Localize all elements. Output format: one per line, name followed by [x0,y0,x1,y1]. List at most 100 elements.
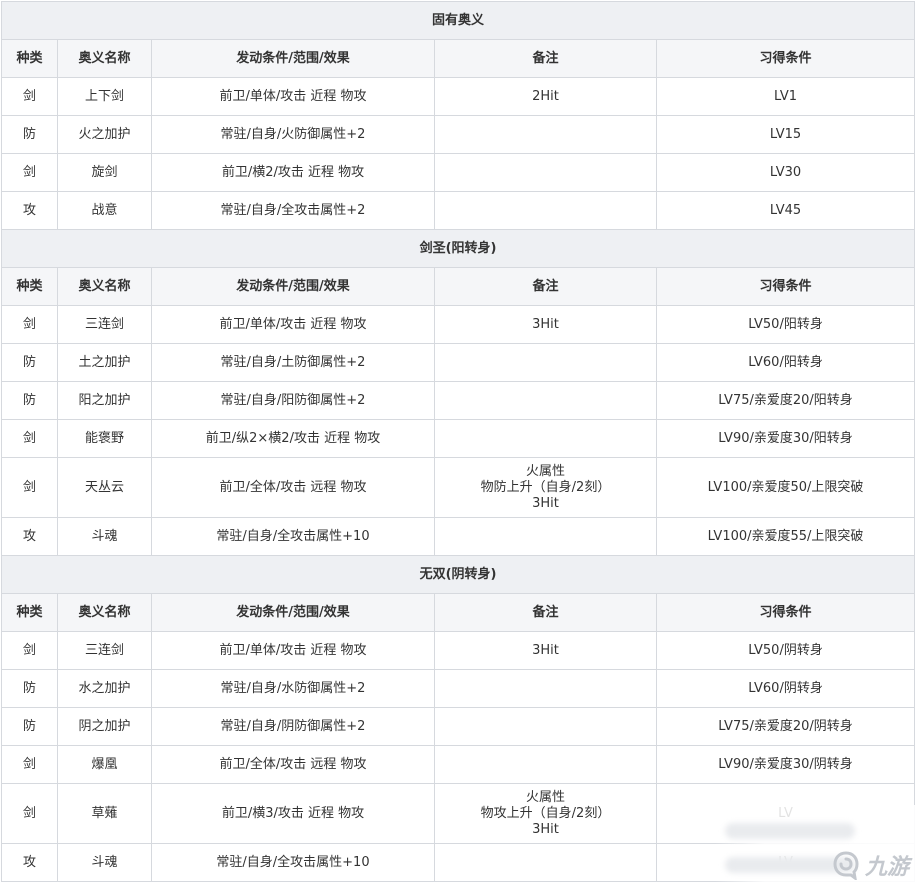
section-title-row: 无双(阴转身) [0,555,915,594]
column-header-row: 种类 奥义名称 发动条件/范围/效果 备注 习得条件 [1,267,915,306]
skill-type-cell: 攻 [1,843,58,882]
note-line: 2Hit [532,88,559,104]
watermark-blur [725,823,855,839]
skill-note-cell [434,153,657,192]
name-header: 奥义名称 [57,593,152,632]
table-row: 剑三连剑 前卫/单体/攻击 近程 物攻 3Hit LV50/阳转身 [1,305,915,344]
skill-effect-cell: 前卫/纵2×横2/攻击 近程 物攻 [151,419,435,458]
name-header: 奥义名称 [57,39,152,78]
skill-name-cell: 天丛云 [57,457,152,518]
section-title: 剑圣(阳转身) [0,229,915,268]
req-header: 习得条件 [655,267,915,306]
skill-type-cell: 剑 [1,631,58,670]
skill-effect-cell: 常驻/自身/阴防御属性+2 [151,707,435,746]
skill-note-cell [434,843,657,882]
skill-type-cell: 剑 [1,419,58,458]
skill-table-body: 固有奥义 种类 奥义名称 发动条件/范围/效果 备注 习得条件剑上下剑 前卫/单体/攻击 近… [0,1,915,882]
jiuyou-logo-icon [833,851,859,880]
column-header-row: 种类 奥义名称 发动条件/范围/效果 备注 习得条件 [1,593,915,632]
watermark-logo: 九游 [831,849,909,881]
table-row: 剑爆凰 前卫/全体/攻击 远程 物攻 LV90/亲爱度30/阴转身 [1,745,915,784]
table-row: 防阳之加护 常驻/自身/阳防御属性+2 LV75/亲爱度20/阳转身 [1,381,915,420]
skill-note-cell [434,419,657,458]
table-row: 攻战意 常驻/自身/全攻击属性+2 LV45 [1,191,915,230]
skill-type-cell: 剑 [1,745,58,784]
skill-name-cell: 旋剑 [57,153,152,192]
table-row: 剑天丛云 前卫/全体/攻击 远程 物攻 火属性 物防上升（自身/2刻） 3Hit LV10… [1,457,915,518]
table-row: 剑上下剑 前卫/单体/攻击 近程 物攻 2Hit LV1 [1,77,915,116]
table-row: 剑旋剑 前卫/横2/攻击 近程 物攻 LV30 [1,153,915,192]
type-header: 种类 [1,39,58,78]
skill-effect-cell: 常驻/自身/火防御属性+2 [151,115,435,154]
skill-effect-cell: 常驻/自身/全攻击属性+2 [151,191,435,230]
skill-name-cell: 水之加护 [57,669,152,708]
section-title-row: 固有奥义 [0,1,915,40]
skill-requirement-cell: LV30 [655,153,915,192]
skill-name-cell: 阳之加护 [57,381,152,420]
skill-type-cell: 攻 [1,191,58,230]
req-header: 习得条件 [655,39,915,78]
note-line: 3Hit [532,316,559,332]
skill-name-cell: 斗魂 [57,843,152,882]
skill-type-cell: 剑 [1,305,58,344]
skill-note-cell: 2Hit [434,77,657,116]
skill-note-cell [434,115,657,154]
note-line: 3Hit [532,821,559,837]
skill-note-cell: 火属性 物防上升（自身/2刻） 3Hit [434,457,657,518]
skill-note-cell [434,191,657,230]
req-header: 习得条件 [655,593,915,632]
section-title-row: 剑圣(阳转身) [0,229,915,268]
watermark: 九游 [715,805,915,885]
skill-note-cell [434,745,657,784]
skill-type-cell: 剑 [1,457,58,518]
skill-name-cell: 能褒野 [57,419,152,458]
effect-header: 发动条件/范围/效果 [151,593,435,632]
table-row: 防土之加护 常驻/自身/土防御属性+2 LV60/阳转身 [1,343,915,382]
table-row: 防火之加护 常驻/自身/火防御属性+2 LV15 [1,115,915,154]
watermark-text: 九游 [864,855,909,880]
skill-effect-cell: 前卫/单体/攻击 近程 物攻 [151,631,435,670]
note-header: 备注 [434,593,657,632]
skill-requirement-cell: LV1 [655,77,915,116]
skill-effect-cell: 常驻/自身/全攻击属性+10 [151,843,435,882]
skill-effect-cell: 常驻/自身/土防御属性+2 [151,343,435,382]
skill-table: 固有奥义 种类 奥义名称 发动条件/范围/效果 备注 习得条件剑上下剑 前卫/单体/攻击 近… [0,1,915,882]
type-header: 种类 [1,593,58,632]
effect-header: 发动条件/范围/效果 [151,39,435,78]
type-header: 种类 [1,267,58,306]
skill-name-cell: 爆凰 [57,745,152,784]
note-line: 物攻上升（自身/2刻） [480,805,611,821]
skill-type-cell: 剑 [1,153,58,192]
skill-name-cell: 阴之加护 [57,707,152,746]
effect-header: 发动条件/范围/效果 [151,267,435,306]
skill-type-cell: 攻 [1,517,58,556]
skill-name-cell: 斗魂 [57,517,152,556]
note-line: 物防上升（自身/2刻） [480,479,611,495]
skill-effect-cell: 前卫/单体/攻击 近程 物攻 [151,305,435,344]
skill-name-cell: 战意 [57,191,152,230]
table-row: 防水之加护 常驻/自身/水防御属性+2 LV60/阴转身 [1,669,915,708]
skill-note-cell [434,669,657,708]
note-header: 备注 [434,267,657,306]
skill-name-cell: 三连剑 [57,631,152,670]
skill-note-cell: 火属性 物攻上升（自身/2刻） 3Hit [434,783,657,844]
skill-type-cell: 剑 [1,783,58,844]
skill-name-cell: 土之加护 [57,343,152,382]
skill-name-cell: 草薙 [57,783,152,844]
table-row: 剑三连剑 前卫/单体/攻击 近程 物攻 3Hit LV50/阴转身 [1,631,915,670]
skill-requirement-cell: LV100/亲爱度55/上限突破 [655,517,915,556]
note-line: 火属性 [525,789,565,805]
table-row: 防阴之加护 常驻/自身/阴防御属性+2 LV75/亲爱度20/阴转身 [1,707,915,746]
note-line: 3Hit [532,642,559,658]
note-header: 备注 [434,39,657,78]
skill-note-cell [434,381,657,420]
skill-note-cell [434,707,657,746]
skill-name-cell: 火之加护 [57,115,152,154]
skill-requirement-cell: LV90/亲爱度30/阴转身 [655,745,915,784]
skill-effect-cell: 前卫/横2/攻击 近程 物攻 [151,153,435,192]
note-line: 3Hit [532,495,559,511]
skill-note-cell [434,343,657,382]
skill-type-cell: 防 [1,381,58,420]
skill-effect-cell: 前卫/横3/攻击 近程 物攻 [151,783,435,844]
column-header-row: 种类 奥义名称 发动条件/范围/效果 备注 习得条件 [1,39,915,78]
